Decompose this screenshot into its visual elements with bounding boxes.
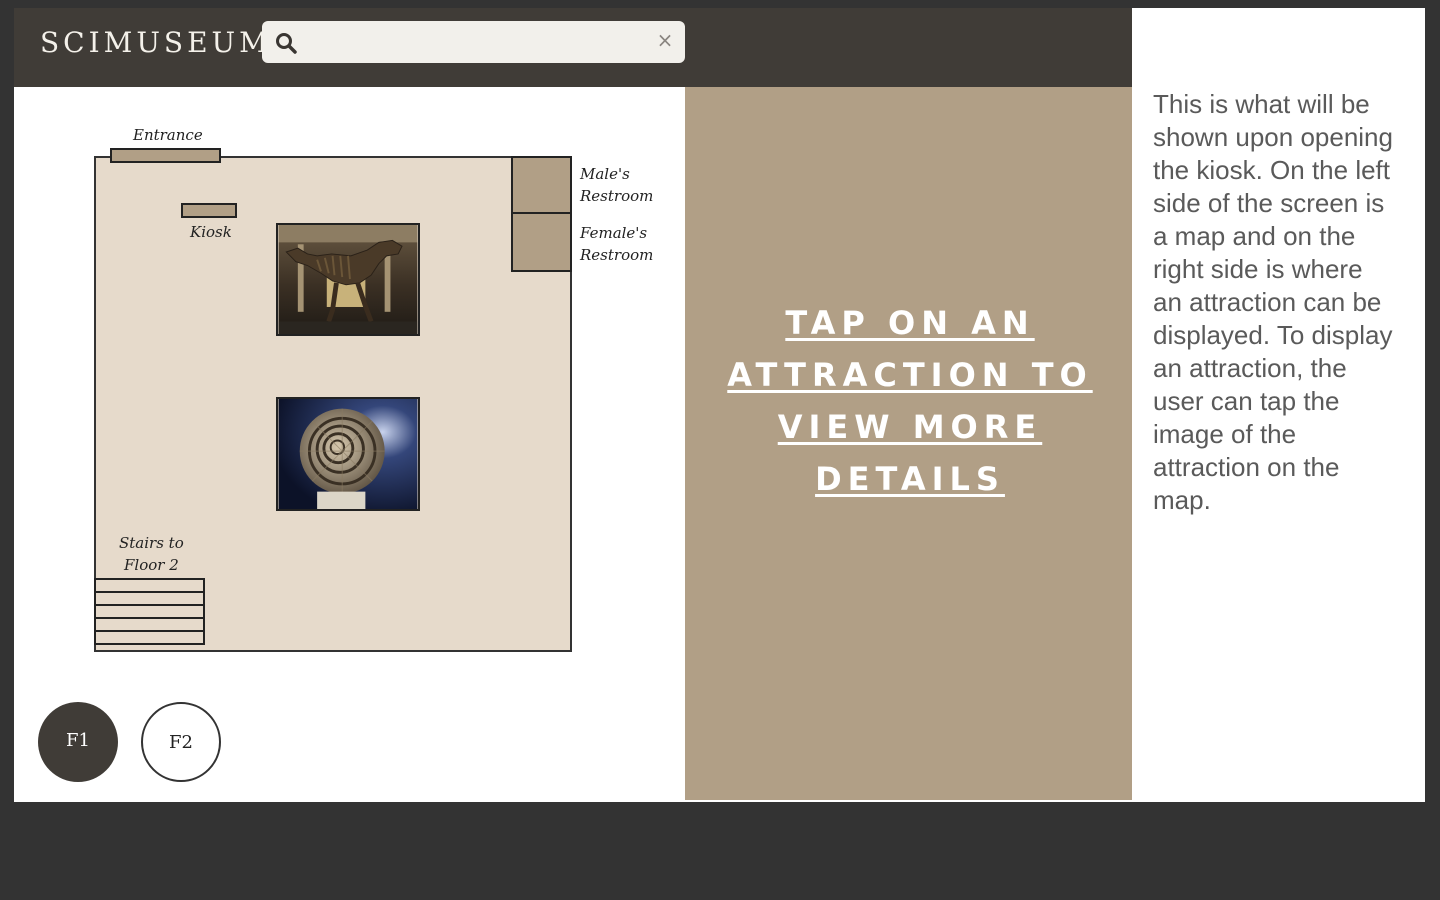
female-restroom-label-line2: Restroom (580, 246, 654, 264)
attraction-details-panel: TAP ON AN ATTRACTION TO VIEW MORE DETAIL… (685, 87, 1132, 800)
search-bar[interactable]: × (262, 21, 685, 63)
map-panel: Entrance Kiosk Male's Restroom Female's … (14, 87, 685, 802)
kiosk-marker (181, 203, 237, 218)
ammonite-fossil-icon (278, 399, 418, 509)
annotation-note: This is what will be shown upon opening … (1153, 89, 1393, 515)
entrance-label: Entrance (133, 126, 203, 144)
female-restroom (511, 212, 572, 272)
clear-icon[interactable]: × (655, 30, 675, 50)
stairs-label-line1: Stairs to (119, 534, 184, 552)
tap-attraction-prompt: TAP ON AN ATTRACTION TO VIEW MORE DETAIL… (727, 304, 1093, 498)
male-restroom (511, 156, 572, 214)
search-input[interactable] (306, 27, 640, 59)
male-restroom-label-line1: Male's (580, 165, 630, 183)
entrance-marker (110, 148, 221, 163)
stairs-to-floor-2 (94, 578, 205, 653)
dinosaur-attraction[interactable] (276, 223, 420, 336)
male-restroom-label-line2: Restroom (580, 187, 654, 205)
kiosk-label: Kiosk (190, 223, 232, 241)
search-icon[interactable] (274, 31, 298, 55)
floor-2-button[interactable]: F2 (141, 702, 221, 782)
female-restroom-label: Female's Restroom (580, 222, 653, 266)
museum-logo: SCIMUSEUM (40, 26, 272, 59)
female-restroom-label-line1: Female's (580, 224, 648, 242)
dinosaur-skeleton-icon (278, 225, 418, 334)
stairs-label: Stairs to Floor 2 (119, 532, 184, 576)
ammonite-attraction[interactable] (276, 397, 420, 511)
stairs-label-line2: Floor 2 (124, 556, 179, 574)
header-bar: SCIMUSEUM × (14, 8, 1132, 87)
floor-1-button[interactable]: F1 (38, 702, 118, 782)
stair-step (94, 630, 205, 645)
male-restroom-label: Male's Restroom (580, 163, 653, 207)
